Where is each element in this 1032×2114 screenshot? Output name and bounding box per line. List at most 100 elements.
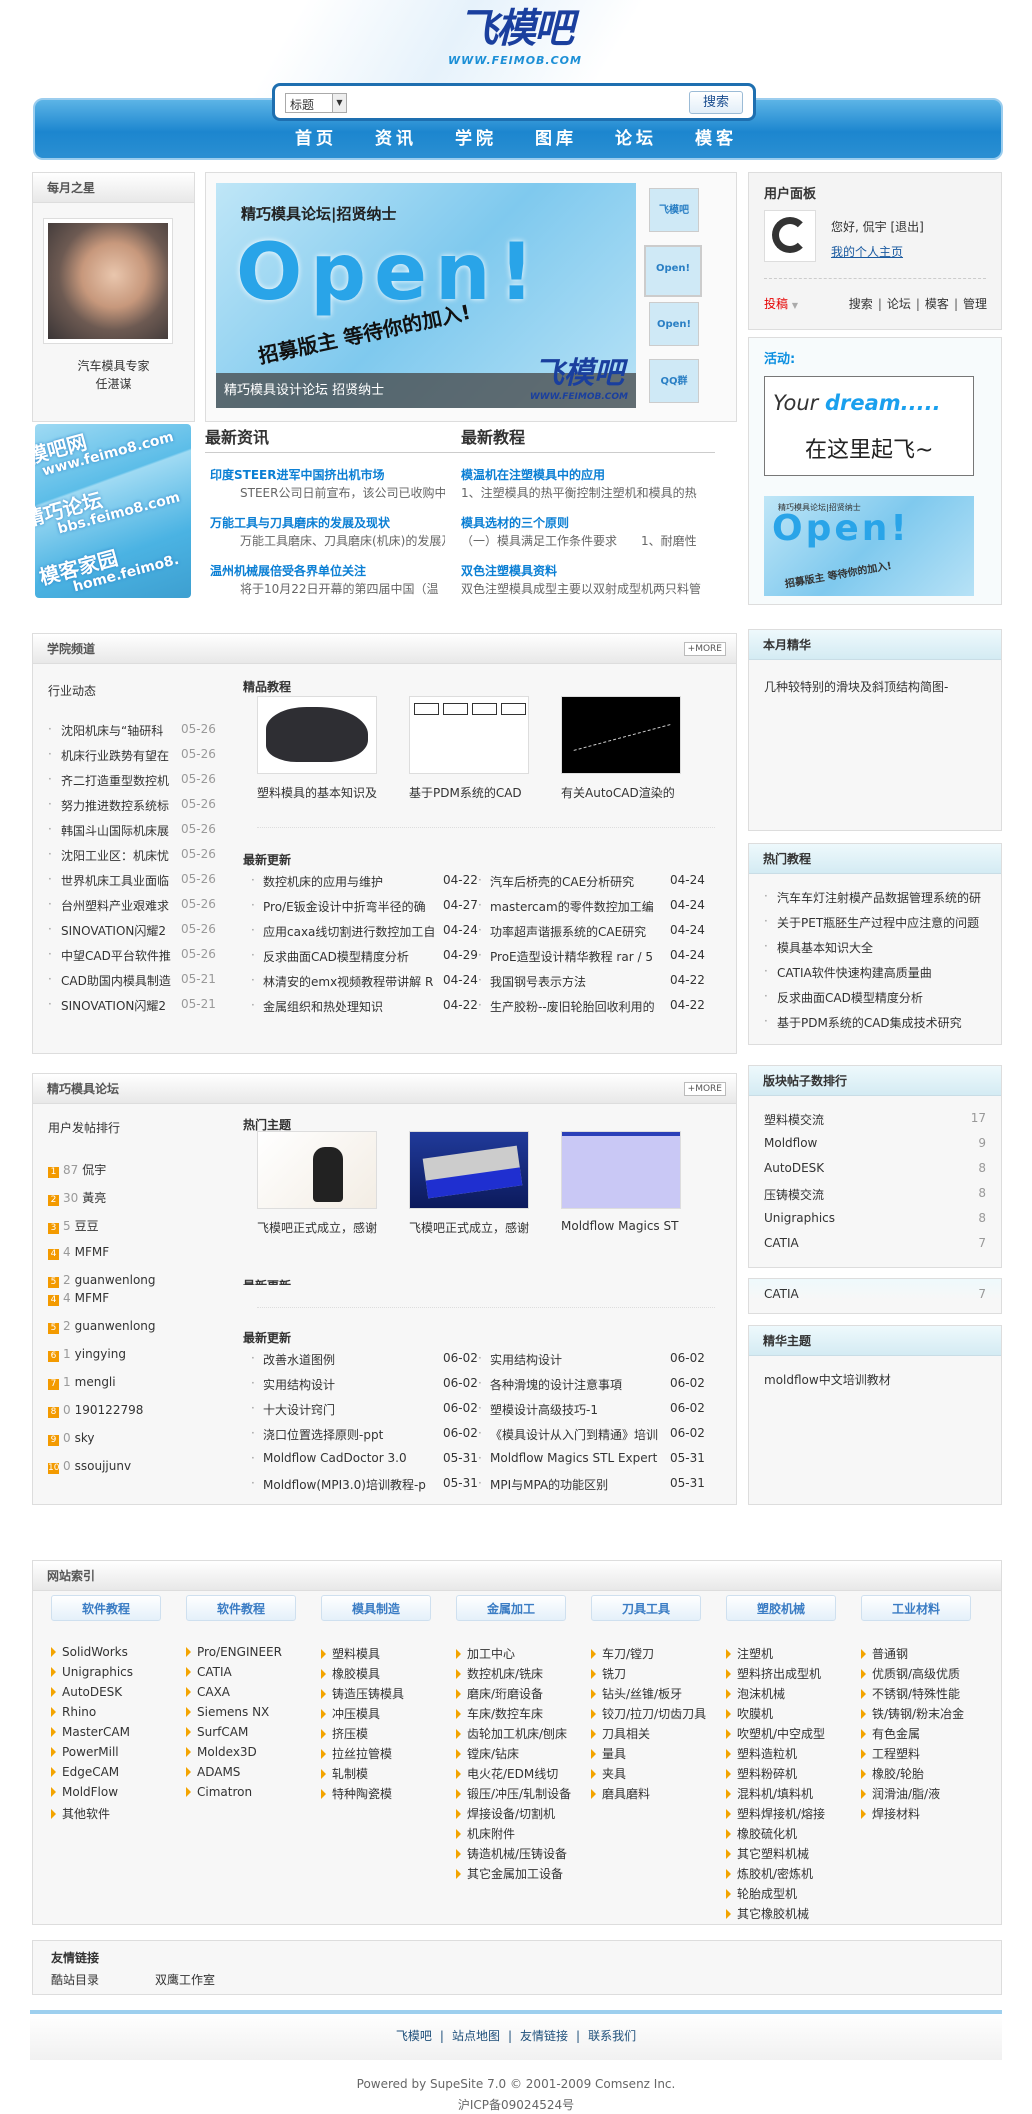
- board-name[interactable]: AutoDESK: [764, 1161, 824, 1175]
- update-link[interactable]: 汽车后桥壳的CAE分析研究: [490, 873, 665, 890]
- user-link[interactable]: guanwenlong: [75, 1273, 156, 1287]
- user-link[interactable]: MFMF: [75, 1291, 110, 1305]
- list-item[interactable]: moldflow中文培训教材: [764, 1371, 891, 1388]
- featured-thumbnail[interactable]: [257, 696, 377, 774]
- index-link[interactable]: 铸造压铸模具: [321, 1685, 404, 1702]
- update-link[interactable]: 应用caxa线切割进行数控加工自: [263, 923, 438, 940]
- featured-thumbnail[interactable]: [409, 696, 529, 774]
- search-button[interactable]: 搜索: [689, 91, 743, 114]
- headline-link[interactable]: 温州机械展倍受各界单位关注: [210, 562, 366, 579]
- user-link[interactable]: 豆豆: [75, 1219, 99, 1233]
- industry-link[interactable]: 韩国斗山国际机床展: [61, 822, 171, 839]
- index-link[interactable]: 齿轮加工机床/刨床: [456, 1725, 567, 1742]
- friend-link[interactable]: 双鹰工作室: [155, 1971, 215, 1988]
- update-link[interactable]: ProE造型设计精华教程 rar / 5: [490, 948, 665, 965]
- index-link[interactable]: 注塑机: [726, 1645, 773, 1662]
- index-link[interactable]: 工程塑料: [861, 1745, 920, 1762]
- industry-link[interactable]: SINOVATION闪耀2: [61, 922, 171, 939]
- index-link[interactable]: Moldex3D: [186, 1745, 257, 1759]
- update-link[interactable]: 塑模设计高级技巧-1: [490, 1401, 670, 1418]
- index-link[interactable]: 铸造机械/压铸设备: [456, 1845, 567, 1862]
- index-link[interactable]: 磨床/珩磨设备: [456, 1685, 543, 1702]
- logout-link[interactable]: [退出]: [890, 220, 923, 234]
- hot-topic-caption[interactable]: 飞模吧正式成立，感谢: [409, 1219, 534, 1236]
- headline-link[interactable]: 双色注塑模具资料: [461, 562, 557, 579]
- index-category-tab[interactable]: 金属加工: [456, 1595, 566, 1621]
- update-link[interactable]: 我国钢号表示方法: [490, 973, 665, 990]
- index-category-tab[interactable]: 模具制造: [321, 1595, 431, 1621]
- index-link[interactable]: 镗床/钻床: [456, 1745, 519, 1762]
- update-link[interactable]: Moldflow CadDoctor 3.0: [263, 1451, 443, 1465]
- index-link[interactable]: 橡胶/轮胎: [861, 1765, 924, 1782]
- index-link[interactable]: 电火花/EDM线切: [456, 1765, 558, 1782]
- index-link[interactable]: AutoDESK: [51, 1685, 122, 1699]
- index-link[interactable]: 普通钢: [861, 1645, 908, 1662]
- update-link[interactable]: 反求曲面CAD模型精度分析: [263, 948, 438, 965]
- index-link[interactable]: 炼胶机/密炼机: [726, 1865, 813, 1882]
- industry-link[interactable]: SINOVATION闪耀2: [61, 997, 171, 1014]
- hot-tutorial-link[interactable]: 模具基本知识大全: [777, 939, 997, 956]
- index-link[interactable]: 其它金属加工设备: [456, 1865, 563, 1882]
- icp-number[interactable]: 沪ICP备09024524号: [0, 2096, 1032, 2113]
- index-link[interactable]: 其他软件: [51, 1805, 110, 1822]
- hot-tutorial-link[interactable]: CATIA软件快速构建高质量曲: [777, 964, 997, 981]
- index-link[interactable]: 机床附件: [456, 1825, 515, 1842]
- headline-link[interactable]: 模具选材的三个原则: [461, 514, 569, 531]
- index-link[interactable]: 其它橡胶机械: [726, 1905, 809, 1922]
- index-link[interactable]: 磨具磨料: [591, 1785, 650, 1802]
- index-link[interactable]: 加工中心: [456, 1645, 515, 1662]
- more-button[interactable]: +MORE: [683, 1082, 726, 1096]
- index-link[interactable]: 量具: [591, 1745, 626, 1762]
- industry-link[interactable]: 中望CAD平台软件推: [61, 947, 171, 964]
- index-link[interactable]: 刀具相关: [591, 1725, 650, 1742]
- index-link[interactable]: 焊接设备/切割机: [456, 1805, 555, 1822]
- index-category-tab[interactable]: 刀具工具: [591, 1595, 701, 1621]
- index-link[interactable]: 混料机/填料机: [726, 1785, 813, 1802]
- index-link[interactable]: EdgeCAM: [51, 1765, 119, 1779]
- index-link[interactable]: PowerMill: [51, 1745, 119, 1759]
- index-link[interactable]: 锻压/冲压/轧制设备: [456, 1785, 571, 1802]
- hot-topic-caption[interactable]: 飞模吧正式成立，感谢: [257, 1219, 382, 1236]
- index-link[interactable]: 轧制模: [321, 1765, 368, 1782]
- dream-ad[interactable]: Your dream..... 在这里起飞~: [764, 376, 974, 476]
- update-link[interactable]: MPI与MPA的功能区别: [490, 1476, 670, 1493]
- user-link[interactable]: 论坛: [887, 297, 911, 311]
- user-link[interactable]: yingying: [75, 1347, 126, 1361]
- index-category-tab[interactable]: 软件教程: [186, 1595, 296, 1621]
- user-link[interactable]: mengli: [75, 1375, 116, 1389]
- update-link[interactable]: 实用结构设计: [490, 1351, 670, 1368]
- contribute-dropdown[interactable]: 投稿 ▼: [764, 295, 798, 312]
- index-link[interactable]: 优质钢/高级优质: [861, 1665, 960, 1682]
- index-link[interactable]: SurfCAM: [186, 1725, 248, 1739]
- featured-thumbnail[interactable]: [561, 696, 681, 774]
- index-link[interactable]: 吹膜机: [726, 1705, 773, 1722]
- search-input[interactable]: [355, 92, 655, 112]
- index-link[interactable]: Rhino: [51, 1705, 96, 1719]
- nav-item[interactable]: 论坛: [615, 124, 657, 149]
- index-link[interactable]: 橡胶模具: [321, 1665, 380, 1682]
- index-link[interactable]: 塑料造粒机: [726, 1745, 797, 1762]
- nav-item[interactable]: 首页: [295, 124, 337, 149]
- board-name[interactable]: CATIA: [764, 1236, 799, 1250]
- banner-thumb[interactable]: QQ群: [649, 359, 699, 403]
- board-name[interactable]: CATIA: [764, 1287, 799, 1301]
- hot-topic-thumbnail[interactable]: [409, 1131, 529, 1209]
- index-link[interactable]: Unigraphics: [51, 1665, 133, 1679]
- sites-ad[interactable]: 飞模吧网 www.feimo8.com 精巧论坛 bbs.feimo8.com 模客家园…: [35, 424, 191, 598]
- more-button[interactable]: +MORE: [683, 642, 726, 656]
- index-link[interactable]: Cimatron: [186, 1785, 252, 1799]
- index-link[interactable]: CATIA: [186, 1665, 232, 1679]
- index-link[interactable]: 其它塑料机械: [726, 1845, 809, 1862]
- user-link[interactable]: 190122798: [75, 1403, 144, 1417]
- hot-tutorial-link[interactable]: 关于PET瓶胚生产过程中应注意的问题: [777, 914, 997, 931]
- user-link[interactable]: sky: [75, 1431, 95, 1445]
- index-link[interactable]: 铣刀: [591, 1665, 626, 1682]
- update-link[interactable]: Moldflow Magics STL Expert: [490, 1451, 670, 1465]
- update-link[interactable]: 实用结构设计: [263, 1376, 443, 1393]
- update-link[interactable]: 功率超声谐振系统的CAE研究: [490, 923, 665, 940]
- board-name[interactable]: 塑料模交流: [764, 1111, 824, 1128]
- update-link[interactable]: 十大设计窍门: [263, 1401, 443, 1418]
- user-link[interactable]: 黃亮: [82, 1191, 106, 1205]
- index-link[interactable]: CAXA: [186, 1685, 230, 1699]
- hot-tutorial-link[interactable]: 反求曲面CAD模型精度分析: [777, 989, 997, 1006]
